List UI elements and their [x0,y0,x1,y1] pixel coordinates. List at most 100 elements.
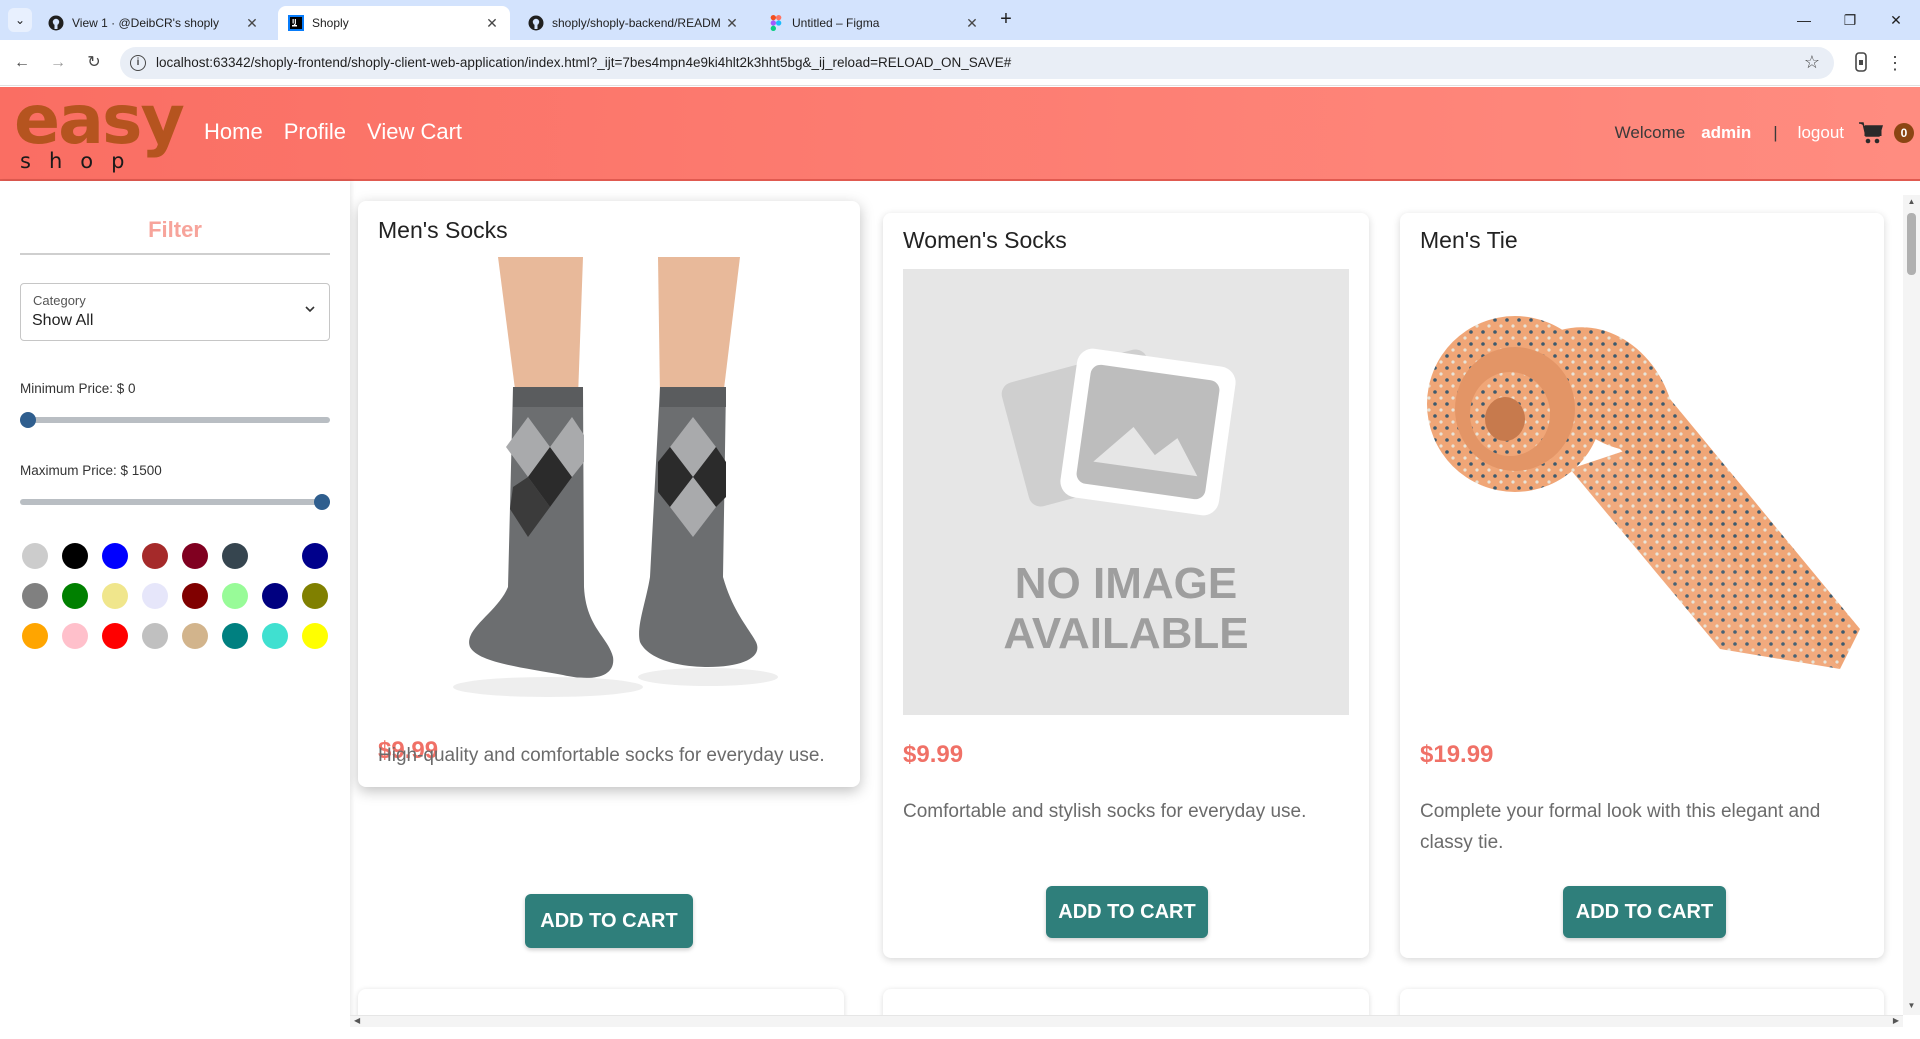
scroll-right-arrow-icon[interactable]: ▶ [1893,1016,1899,1025]
category-value: Show All [32,312,94,329]
color-swatch[interactable] [262,583,288,609]
color-swatch[interactable] [302,543,328,569]
separator: | [1773,123,1778,142]
product-price: $19.99 [1420,741,1494,768]
url-text[interactable]: localhost:63342/shoply-frontend/shoply-c… [156,55,1011,70]
restore-button[interactable]: ❐ [1838,8,1862,32]
product-card[interactable] [883,989,1369,1015]
color-swatch[interactable] [222,623,248,649]
nav-home-link[interactable]: Home [204,119,263,145]
product-title: Women's Socks [903,227,1067,253]
min-price-slider[interactable] [20,412,330,428]
nav-profile-link[interactable]: Profile [284,119,346,145]
color-swatch[interactable] [102,583,128,609]
no-image-placeholder: NO IMAGE AVAILABLE [903,269,1349,715]
color-swatch[interactable] [142,623,168,649]
browser-tab-2[interactable]: IJ Shoply ✕ [278,6,510,40]
product-description: Complete your formal look with this eleg… [1420,801,1821,853]
color-swatch[interactable] [222,543,248,569]
minimize-button[interactable]: — [1792,8,1816,32]
color-swatch[interactable] [182,543,208,569]
add-to-cart-button[interactable]: ADD TO CART [525,894,693,948]
add-to-cart-button[interactable]: ADD TO CART [1046,886,1208,938]
color-swatch[interactable] [262,543,288,569]
color-swatch[interactable] [22,623,48,649]
new-tab-button[interactable]: + [995,9,1017,31]
close-icon[interactable]: ✕ [484,15,500,31]
color-swatch[interactable] [62,583,88,609]
bookmark-star-icon[interactable]: ☆ [1804,52,1820,73]
product-card[interactable]: Men's Socks $9.99 [358,201,860,787]
product-price: $9.99 [903,741,964,768]
forward-arrow-icon[interactable]: → [46,51,70,75]
github-icon [48,15,64,31]
scroll-left-arrow-icon[interactable]: ◀ [354,1016,360,1025]
scroll-up-arrow-icon[interactable]: ▲ [1906,197,1917,206]
user-area: Welcome admin | logout 0 [1615,87,1920,179]
logout-link[interactable]: logout [1798,123,1844,143]
tab-title: View 1 · @DeibCR's shoply [72,16,219,30]
add-to-cart-button[interactable]: ADD TO CART [1563,886,1726,938]
intellij-icon: IJ [288,15,304,31]
category-select[interactable]: Category Show All [20,283,330,341]
product-title: Men's Tie [1420,227,1518,253]
browser-tab-3[interactable]: shoply/shoply-backend/READM ✕ [518,6,750,40]
browser-tab-1[interactable]: View 1 · @DeibCR's shoply ✕ [38,6,270,40]
username-link[interactable]: admin [1701,123,1751,143]
slider-handle[interactable] [20,412,36,428]
color-swatch[interactable] [62,623,88,649]
scroll-down-arrow-icon[interactable]: ▼ [1906,1001,1917,1010]
product-title: Men's Socks [378,217,508,243]
color-swatch[interactable] [142,583,168,609]
site-info-icon[interactable]: i [130,55,146,71]
logo-sub-text: shop [20,149,143,173]
easy-shop-logo[interactable]: easy shop [14,81,185,173]
close-icon[interactable]: ✕ [244,15,260,31]
back-arrow-icon[interactable]: ← [10,51,34,75]
tab-title: Untitled – Figma [792,16,880,30]
reload-icon[interactable]: ↻ [82,51,106,75]
close-icon[interactable]: ✕ [964,15,980,31]
github-icon [528,15,544,31]
browser-menu-icon[interactable]: ⋮ [1886,51,1904,75]
tab-search-button[interactable]: ⌄ [8,8,32,32]
color-swatch[interactable] [262,623,288,649]
max-price-label: Maximum Price: $ 1500 [20,463,162,478]
main-nav: Home Profile View Cart [204,119,483,145]
color-swatch[interactable] [302,583,328,609]
color-swatch[interactable] [142,543,168,569]
address-bar[interactable]: i localhost:63342/shoply-frontend/shoply… [120,47,1834,79]
color-swatch[interactable] [102,543,128,569]
nav-view-cart-link[interactable]: View Cart [367,119,462,145]
placeholder-text: AVAILABLE [1003,609,1249,658]
close-icon[interactable]: ✕ [724,15,740,31]
slider-handle[interactable] [314,494,330,510]
welcome-text: Welcome [1614,123,1686,142]
product-card[interactable] [1400,989,1884,1015]
color-swatch[interactable] [102,623,128,649]
horizontal-scrollbar[interactable]: ◀ ▶ [350,1015,1903,1027]
product-card[interactable] [358,989,844,1015]
browser-tab-4[interactable]: Untitled – Figma ✕ [758,6,990,40]
product-description: High-quality and comfortable socks for e… [378,745,825,766]
product-card[interactable]: Women's Socks NO IMAGE AVAILABLE [883,213,1369,958]
vertical-scrollbar[interactable]: ▲ ▼ [1903,195,1920,1015]
color-swatch[interactable] [182,623,208,649]
color-swatch[interactable] [302,623,328,649]
tie-photo [1420,269,1866,715]
color-swatch[interactable] [22,543,48,569]
extension-icon[interactable] [1852,52,1870,74]
svg-text:IJ: IJ [292,19,296,26]
tab-title: shoply/shoply-backend/READM [552,16,721,30]
color-swatch[interactable] [62,543,88,569]
color-swatch[interactable] [222,583,248,609]
cart-icon[interactable] [1858,120,1884,146]
scrollbar-thumb[interactable] [1907,213,1916,275]
close-window-button[interactable]: ✕ [1884,8,1908,32]
color-swatch[interactable] [22,583,48,609]
browser-toolbar: ← → ↻ i localhost:63342/shoply-frontend/… [0,40,1920,86]
tab-title: Shoply [312,16,349,30]
color-swatch[interactable] [182,583,208,609]
min-price-label: Minimum Price: $ 0 [20,381,136,396]
max-price-slider[interactable] [20,494,330,510]
